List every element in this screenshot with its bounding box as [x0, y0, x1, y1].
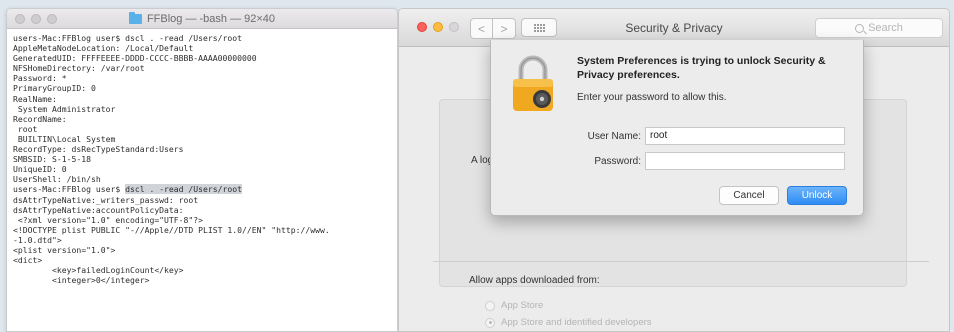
terminal-line: <?xml version="1.0" encoding="UTF-8"?> — [13, 214, 204, 225]
username-field[interactable]: root — [645, 127, 845, 145]
allow-apps-label: Allow apps downloaded from: — [469, 275, 600, 286]
search-icon — [855, 23, 865, 33]
terminal-window[interactable]: FFBlog — -bash — 92×40 users-Mac:FFBlog … — [6, 8, 398, 332]
terminal-prompt: users-Mac:FFBlog user$ — [13, 184, 126, 195]
radio-label: App Store and identified developers — [501, 317, 652, 328]
terminal-line: dsAttrTypeNative:_writers_passwd: root — [13, 194, 199, 205]
lock-icon — [513, 55, 553, 111]
radio-app-store[interactable]: App Store — [485, 300, 543, 311]
search-field[interactable]: Search — [815, 18, 943, 38]
terminal-line: AppleMetaNodeLocation: /Local/Default — [13, 43, 194, 54]
terminal-title: FFBlog — -bash — 92×40 — [7, 9, 397, 29]
terminal-line: users-Mac:FFBlog user$ dscl . -read /Use… — [13, 33, 243, 43]
terminal-line: SMBSID: S-1-5-18 — [13, 154, 91, 165]
radio-button-selected[interactable] — [485, 317, 495, 328]
terminal-titlebar[interactable]: FFBlog — -bash — 92×40 — [7, 9, 397, 29]
terminal-line: users-Mac:FFBlog user$ dscl . -read /Use… — [13, 184, 391, 195]
terminal-line: <key>failedLoginCount</key> — [13, 265, 184, 276]
divider — [433, 261, 929, 262]
terminal-output[interactable]: users-Mac:FFBlog user$ dscl . -read /Use… — [7, 29, 397, 285]
terminal-line: RecordName: — [13, 113, 67, 124]
unlock-button[interactable]: Unlock — [787, 186, 847, 205]
folder-icon — [128, 12, 142, 24]
radio-button[interactable] — [485, 300, 495, 311]
password-field[interactable] — [645, 152, 845, 170]
dialog-heading: System Preferences is trying to unlock S… — [577, 55, 826, 81]
terminal-line: -1.0.dtd"> — [13, 234, 62, 245]
highlighted-command: dscl . -read /Users/root — [125, 184, 243, 195]
terminal-line: root — [13, 123, 38, 134]
terminal-line: <dict> — [13, 255, 43, 266]
cancel-button[interactable]: Cancel — [719, 186, 779, 205]
terminal-line: Password: * — [13, 73, 67, 84]
terminal-line: UserShell: /bin/sh — [13, 174, 101, 185]
terminal-line: NFSHomeDirectory: /var/root — [13, 63, 145, 74]
terminal-line: RecordType: dsRecTypeStandard:Users — [13, 144, 184, 155]
terminal-line: RealName: — [13, 93, 57, 104]
dialog-subtext: Enter your password to allow this. — [577, 92, 727, 103]
terminal-line: System Administrator — [13, 103, 116, 114]
terminal-line: BUILTIN\Local System — [13, 133, 116, 144]
password-label: Password: — [594, 156, 641, 167]
terminal-line: <plist version="1.0"> — [13, 244, 116, 255]
search-placeholder: Search — [868, 22, 903, 34]
terminal-line: UniqueID: 0 — [13, 164, 67, 175]
terminal-line: GeneratedUID: FFFFEEEE-DDDD-CCCC-BBBB-AA… — [13, 53, 257, 64]
radio-app-store-identified[interactable]: App Store and identified developers — [485, 317, 652, 328]
terminal-title-text: FFBlog — -bash — 92×40 — [146, 13, 276, 25]
radio-label: App Store — [501, 300, 544, 311]
terminal-line: <!DOCTYPE plist PUBLIC "-//Apple//DTD PL… — [13, 224, 330, 235]
unlock-dialog[interactable]: System Preferences is trying to unlock S… — [490, 40, 864, 216]
username-label: User Name: — [587, 131, 641, 142]
terminal-line: dsAttrTypeNative:accountPolicyData: — [13, 204, 184, 215]
terminal-line: <integer>0</integer> — [13, 275, 150, 286]
terminal-line: PrimaryGroupID: 0 — [13, 83, 96, 94]
